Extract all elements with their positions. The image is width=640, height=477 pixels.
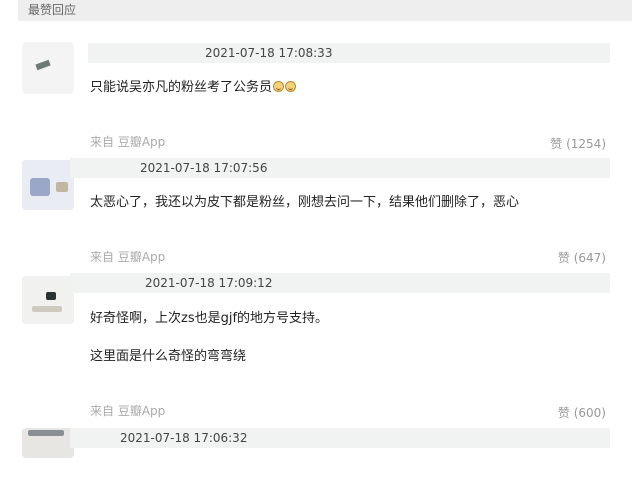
comment-timestamp: 2021-07-18 17:07:56 (140, 161, 268, 175)
comment-source[interactable]: 来自 豆瓣App (90, 133, 165, 150)
comment-text-line: 这里面是什么奇怪的弯弯绕 (90, 349, 247, 364)
comment-text-line: 只能说吴亦凡的粉丝考了公务员 (90, 80, 273, 95)
comment-text: 太恶心了，我还以为皮下都是粉丝，刚想去问一下，结果他们删除了，恶心 (90, 194, 519, 212)
comment-timestamp: 2021-07-18 17:06:32 (120, 431, 248, 445)
comment-source[interactable]: 来自 豆瓣App (90, 402, 165, 419)
laughing-emoji-icon (273, 81, 285, 92)
like-button[interactable]: 赞 (600) (558, 404, 606, 421)
avatar[interactable] (22, 42, 74, 94)
comment-source[interactable]: 来自 豆瓣App (90, 248, 165, 265)
like-button[interactable]: 赞 (647) (558, 249, 606, 266)
section-title: 最赞回应 (28, 3, 77, 17)
comment-text: 只能说吴亦凡的粉丝考了公务员 (90, 79, 297, 97)
avatar[interactable] (22, 428, 74, 458)
section-header: 最赞回应 (18, 0, 632, 21)
comment-text-line: 太恶心了，我还以为皮下都是粉丝，刚想去问一下，结果他们删除了，恶心 (90, 195, 520, 210)
laughing-emoji-icon (285, 81, 297, 92)
comment-timestamp: 2021-07-18 17:09:12 (145, 276, 273, 290)
comment-text: 这里面是什么奇怪的弯弯绕 (90, 348, 246, 366)
comment-meta-bar (88, 43, 610, 63)
comment-text: 好奇怪啊，上次zs也是gjf的地方号支持。 (90, 310, 328, 328)
comment-text-line: 好奇怪啊，上次zs也是gjf的地方号支持。 (90, 311, 329, 326)
like-button[interactable]: 赞 (1254) (550, 135, 606, 152)
comment-timestamp: 2021-07-18 17:08:33 (205, 46, 333, 60)
avatar[interactable] (22, 276, 74, 324)
avatar[interactable] (22, 160, 74, 210)
